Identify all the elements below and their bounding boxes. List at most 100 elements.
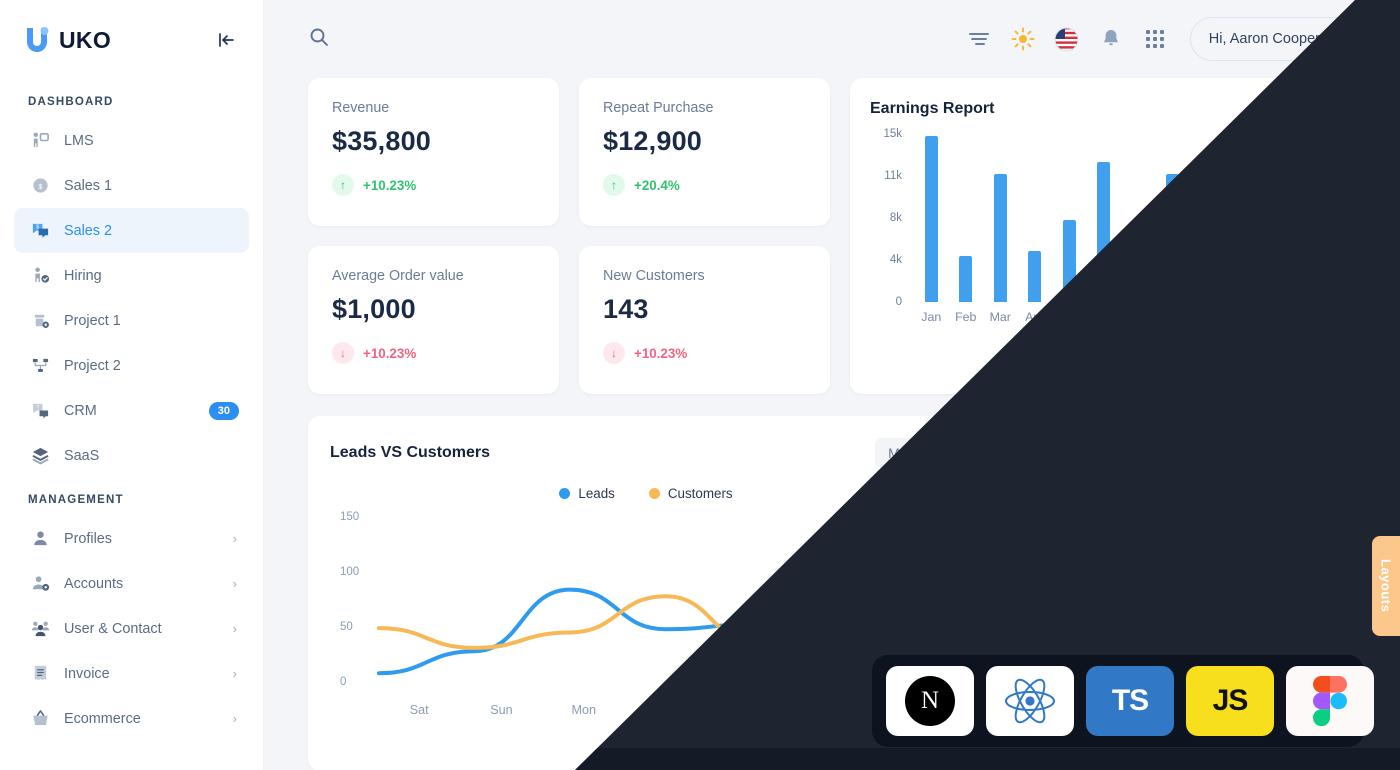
stat-title: New Customers: [603, 268, 705, 284]
sidebar-item-accounts[interactable]: Accounts ›: [14, 561, 249, 606]
chevron-right-icon: ›: [232, 621, 237, 636]
search-icon[interactable]: [308, 26, 330, 53]
bar-column: [1156, 134, 1191, 302]
collapse-sidebar-icon[interactable]: [213, 27, 239, 53]
stat-delta: ↑ +10.23%: [332, 174, 535, 196]
sidebar-item-label: Profiles: [64, 530, 112, 547]
earnings-report-card: Earnings Report Month 0 4k 8k 11k 15k Jan Feb M…: [850, 78, 1356, 394]
stat-title: Average Order value: [332, 268, 464, 284]
sidebar-item-label: Ecommerce: [64, 710, 141, 727]
earnings-bar-chart: 0 4k 8k 11k 15k Jan Feb Mar Apr May Jun Jul Aug Sep Oc…: [870, 128, 1330, 332]
chevron-right-icon: ›: [232, 531, 237, 546]
sun-theme-icon[interactable]: [1010, 26, 1036, 52]
layers-icon: [28, 444, 52, 468]
sidebar-item-lms[interactable]: LMS: [14, 118, 249, 163]
earnings-period-value: Month: [1266, 101, 1305, 117]
sidebar-badge-crm: 30: [208, 401, 239, 420]
typescript-mark: TS: [1111, 684, 1149, 717]
sidebar-item-invoice[interactable]: Invoice ›: [14, 651, 249, 696]
sidebar-item-crm[interactable]: ? CRM 30: [14, 388, 249, 433]
chevron-down-icon: [937, 445, 949, 461]
legend-item-leads: Leads: [559, 486, 615, 501]
bar: [1166, 173, 1180, 302]
x-axis-tick: Sat: [409, 703, 429, 717]
bar-column: [949, 134, 984, 302]
sidebar-item-sales-1[interactable]: $ Sales 1: [14, 163, 249, 208]
sidebar-section-dashboard-title: DASHBOARD: [28, 96, 114, 108]
sidebar-item-profiles[interactable]: Profiles ›: [14, 516, 249, 561]
sidebar-item-label: Accounts: [64, 575, 124, 592]
layouts-tab-button[interactable]: Layouts: [1372, 536, 1400, 636]
earnings-period-select[interactable]: Month: [1266, 101, 1330, 117]
bar-column: [1121, 134, 1156, 302]
nextjs-logo-icon[interactable]: N: [886, 666, 974, 736]
figma-logo-icon[interactable]: [1286, 666, 1374, 736]
lms-icon: [28, 129, 52, 153]
sidebar-item-label: Project 1: [64, 312, 121, 329]
filter-lines-icon[interactable]: [966, 26, 992, 52]
leads-period-select[interactable]: Month: [875, 438, 962, 468]
tech-stack-strip: N TS JS: [872, 655, 1374, 747]
user-profile-button[interactable]: Hi, Aaron Cooper: [1189, 17, 1400, 77]
legend-dot-leads: [559, 488, 571, 499]
stat-value: $35,800: [332, 126, 431, 156]
sidebar-item-saas[interactable]: SaaS: [14, 433, 249, 478]
dashboard-page: UKO DASHBOARD LMS $ Sales 1 $ Sales 2 Hi…: [0, 0, 1400, 770]
sidebar-item-ecommerce[interactable]: Ecommerce ›: [14, 696, 249, 741]
stat-value: $1,000: [332, 294, 416, 324]
x-axis-tick: Oct: [1232, 310, 1252, 324]
bar-column: [1225, 134, 1260, 302]
dollar-badge-icon: $: [28, 174, 52, 198]
sidebar-item-project-1[interactable]: Project 1: [14, 298, 249, 343]
bar-column: [983, 134, 1018, 302]
x-axis-tick: Jan: [921, 310, 942, 324]
sidebar-item-user-contact[interactable]: User & Contact ›: [14, 606, 249, 651]
sidebar-item-label: Project 2: [64, 357, 121, 374]
x-axis-tick: Aug: [1161, 310, 1184, 324]
x-axis-tick: Feb: [955, 310, 977, 324]
stat-card-average-order-value: Average Order value $1,000 ↓ +10.23%: [308, 246, 559, 394]
sidebar-item-hiring[interactable]: Hiring: [14, 253, 249, 298]
notification-bell-icon[interactable]: [1098, 26, 1124, 52]
stat-delta: ↑ +20.4%: [603, 174, 806, 196]
legend-dot-customers: [648, 488, 660, 499]
chevron-right-icon: ›: [232, 666, 237, 681]
arrow-up-icon: ↑: [603, 174, 625, 196]
stat-title: Repeat Purchase: [603, 100, 714, 116]
sidebar-item-label: Hiring: [64, 267, 102, 284]
nextjs-mark: N: [905, 676, 955, 726]
sidebar-item-label: Sales 2: [64, 222, 112, 239]
figma-mark: [1313, 676, 1347, 726]
sidebar-item-label: LMS: [64, 132, 94, 149]
stat-card-new-customers: New Customers 143 ↓ +10.23%: [579, 246, 830, 394]
uko-logo-icon: [27, 27, 49, 52]
bar: [924, 136, 938, 302]
x-axis-tick: Nov: [1265, 310, 1288, 324]
arrow-up-icon: ↑: [332, 174, 354, 196]
react-logo-icon[interactable]: [986, 666, 1074, 736]
donut-center-value: 140: [1157, 592, 1209, 628]
crm-chat-icon: ?: [28, 399, 52, 423]
x-axis-tick: Mar: [989, 310, 1011, 324]
typescript-logo-icon[interactable]: TS: [1086, 666, 1174, 736]
leads-header: Leads VS Customers Month: [330, 438, 962, 468]
react-mark: [1005, 678, 1055, 724]
project-status-title: Project Status: [1131, 438, 1235, 455]
chevron-right-icon: ›: [232, 576, 237, 591]
x-axis-tick: Thu: [819, 703, 842, 717]
sidebar-item-project-2[interactable]: Project 2: [14, 343, 249, 388]
x-axis-tick: Jun: [1093, 310, 1114, 324]
bar-column: [1259, 134, 1294, 302]
y-axis-tick: 8k: [889, 212, 902, 224]
javascript-logo-icon[interactable]: JS: [1186, 666, 1274, 736]
chevron-right-icon: ›: [232, 711, 237, 726]
online-status-dot: [1390, 67, 1400, 77]
apps-grid-icon[interactable]: [1142, 26, 1168, 52]
arrow-down-icon: ↓: [603, 342, 625, 364]
sidebar-item-sales-2[interactable]: $ Sales 2: [14, 208, 249, 253]
x-axis-tick: Jul: [1130, 310, 1147, 324]
line-series-svg: [330, 511, 962, 690]
sidebar-item-label: CRM: [64, 402, 97, 419]
y-axis-tick: 0: [895, 296, 902, 308]
us-flag-icon[interactable]: [1054, 26, 1080, 52]
